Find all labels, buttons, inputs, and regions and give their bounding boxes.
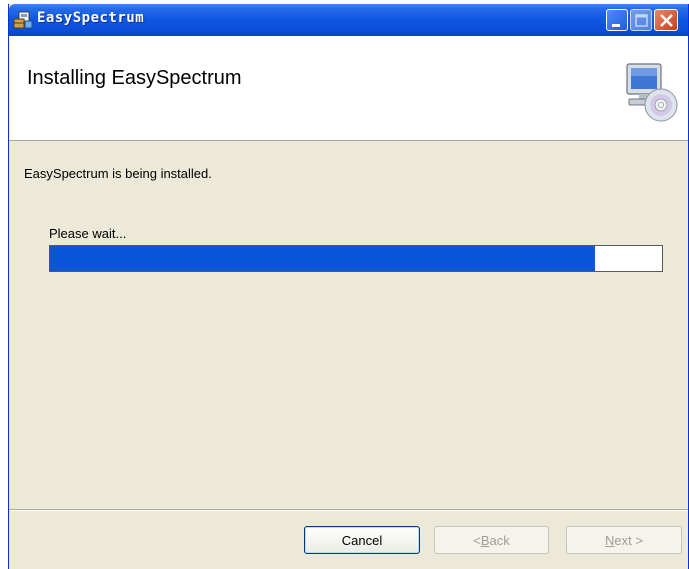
please-wait-label: Please wait... bbox=[49, 226, 127, 241]
back-button: < Back bbox=[434, 526, 549, 554]
dialog-header: Installing EasySpectrum bbox=[9, 36, 688, 141]
close-button[interactable] bbox=[654, 9, 678, 31]
maximize-button bbox=[630, 9, 652, 31]
window-title: EasySpectrum bbox=[37, 10, 145, 26]
progress-fill bbox=[50, 246, 595, 271]
title-bar[interactable]: EasySpectrum bbox=[9, 4, 688, 36]
minimize-icon bbox=[612, 24, 620, 27]
installer-window: EasySpectrum Installing EasySpectrum Eas… bbox=[8, 4, 689, 569]
back-button-mnemonic: B bbox=[480, 532, 490, 548]
back-button-prefix: < bbox=[473, 532, 481, 548]
install-progress-bar bbox=[49, 245, 663, 272]
next-button-rest: ext > bbox=[614, 532, 643, 548]
back-button-rest: ack bbox=[489, 532, 510, 548]
close-icon bbox=[660, 14, 673, 27]
cancel-button[interactable]: Cancel bbox=[304, 526, 420, 554]
next-button: Next > bbox=[566, 526, 682, 554]
page-title: Installing EasySpectrum bbox=[27, 67, 242, 89]
minimize-button[interactable] bbox=[606, 9, 628, 31]
maximize-icon bbox=[635, 14, 648, 27]
computer-cd-icon bbox=[623, 61, 679, 123]
install-status-text: EasySpectrum is being installed. bbox=[24, 166, 212, 181]
installer-icon bbox=[13, 11, 33, 29]
footer-divider bbox=[9, 509, 688, 511]
next-button-mnemonic: N bbox=[605, 532, 615, 548]
